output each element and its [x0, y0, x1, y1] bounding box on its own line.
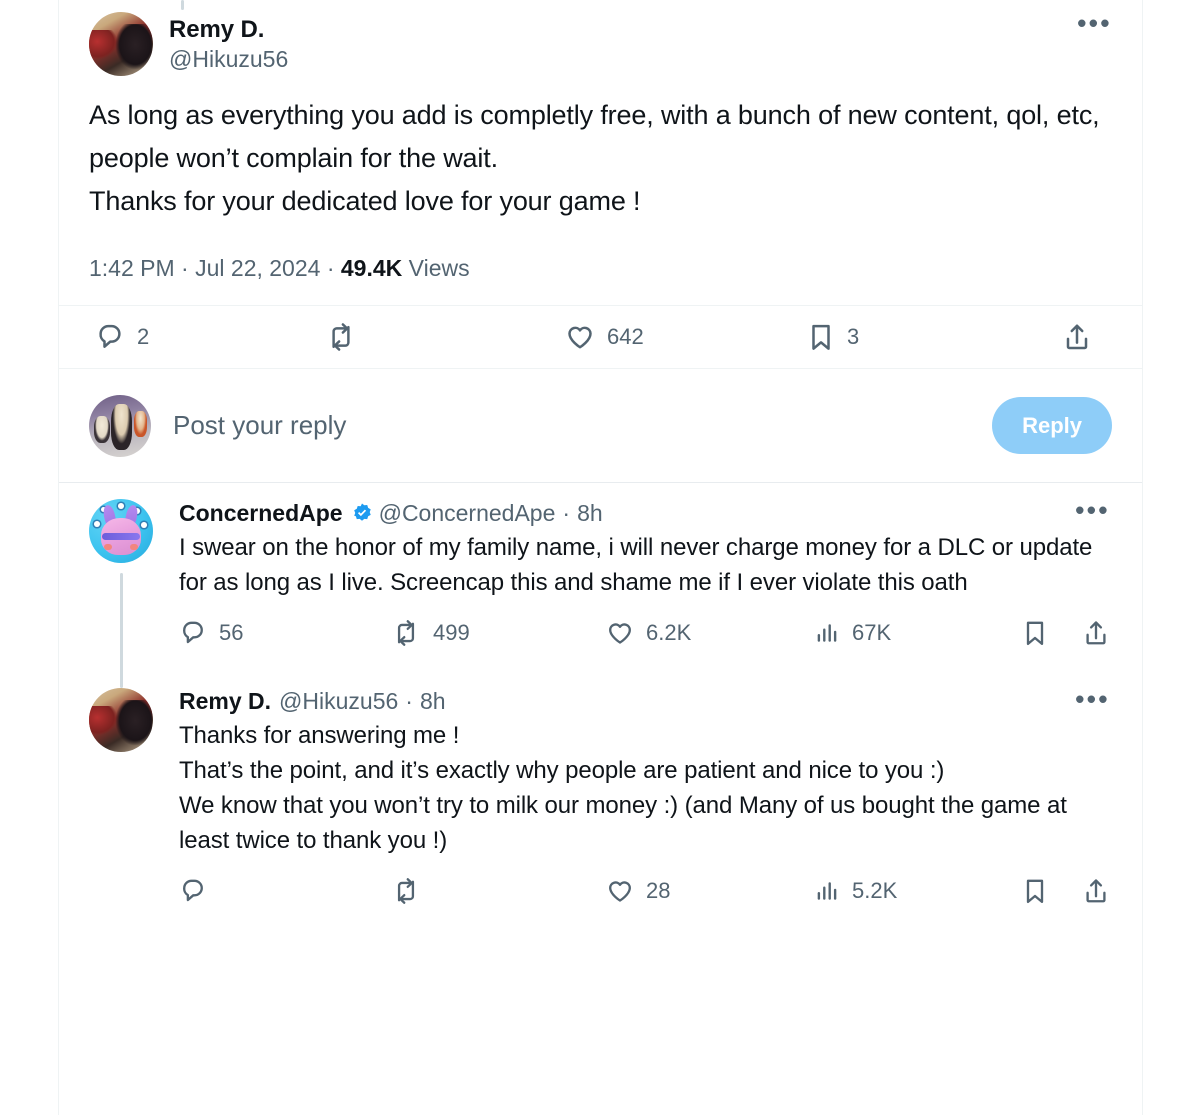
reply-text: Thanks for answering me ! That’s the poi…: [179, 722, 1067, 854]
retweet-icon: [325, 322, 357, 352]
like-action[interactable]: 6.2K: [606, 619, 814, 647]
reply-handle[interactable]: @Hikuzu56: [279, 688, 398, 715]
reply-input-placeholder[interactable]: Post your reply: [173, 410, 992, 441]
bookmark-icon: [807, 322, 835, 352]
heart-icon: [565, 322, 595, 352]
meta-separator-1: ·: [181, 255, 189, 281]
reply-header: ConcernedApe @ConcernedApe · 8h •••: [179, 497, 1112, 527]
retweet-icon: [391, 619, 421, 647]
reply-count: 2: [137, 324, 150, 349]
bookmark-action[interactable]: [1022, 877, 1048, 905]
retweet-action[interactable]: [391, 877, 606, 905]
reply-count: 56: [219, 620, 244, 645]
verified-badge-icon: [351, 502, 373, 524]
reply-action-bar: 56 499 6.2K 67K: [179, 600, 1112, 666]
reply-header: Remy D. @Hikuzu56 · 8h •••: [179, 686, 1112, 715]
like-count: 642: [607, 324, 644, 349]
views-label: Views: [408, 255, 470, 281]
reply-handle[interactable]: @ConcernedApe: [379, 500, 556, 527]
like-action[interactable]: 642: [565, 322, 807, 352]
reply-separator: ·: [562, 500, 571, 526]
bookmark-action[interactable]: 3: [807, 322, 1007, 352]
reply-content: Remy D. @Hikuzu56 · 8h ••• Thanks for an…: [153, 686, 1112, 930]
tweet-header: Remy D. @Hikuzu56 •••: [89, 0, 1112, 76]
heart-icon: [606, 619, 634, 647]
bookmark-icon: [1022, 877, 1048, 905]
reply-display-name[interactable]: ConcernedApe: [179, 500, 343, 527]
reply-separator: ·: [405, 688, 413, 714]
focused-tweet: Remy D. @Hikuzu56 ••• As long as everyth…: [59, 0, 1142, 283]
analytics-bar-icon: [814, 620, 840, 646]
author-names: Remy D. @Hikuzu56: [169, 12, 288, 74]
reply-content: ConcernedApe @ConcernedApe · 8h ••• I sw…: [153, 497, 1112, 672]
more-options-icon[interactable]: •••: [1077, 10, 1112, 36]
share-icon: [1082, 619, 1110, 647]
like-action[interactable]: 28: [606, 877, 814, 905]
tweet-date: Jul 22, 2024: [195, 255, 321, 281]
reply-action[interactable]: 56: [179, 619, 391, 647]
reply-button[interactable]: Reply: [992, 397, 1112, 454]
reply-timestamp[interactable]: 8h: [420, 688, 446, 715]
reply-text: I swear on the honor of my family name, …: [179, 534, 1093, 596]
like-count: 6.2K: [646, 620, 692, 645]
reply-timestamp[interactable]: 8h: [577, 500, 603, 527]
thread-connector-line: [120, 573, 123, 688]
tweet-thread-page: Remy D. @Hikuzu56 ••• As long as everyth…: [0, 0, 1200, 1115]
reply-action[interactable]: [179, 877, 391, 905]
bookmark-count: 3: [847, 324, 860, 349]
analytics-bar-icon: [814, 878, 840, 904]
reply-composer[interactable]: Post your reply Reply: [59, 369, 1142, 482]
reply-display-name[interactable]: Remy D.: [179, 688, 271, 715]
share-action[interactable]: [1062, 322, 1104, 352]
bookmark-action[interactable]: [1022, 619, 1048, 647]
tweet-time: 1:42 PM: [89, 255, 175, 281]
retweet-action[interactable]: 499: [391, 619, 606, 647]
share-icon: [1082, 877, 1110, 905]
tweet-metadata: 1:42 PM · Jul 22, 2024 · 49.4K Views: [89, 253, 1112, 283]
views-action[interactable]: 5.2K: [814, 878, 984, 904]
author-display-name[interactable]: Remy D.: [169, 16, 288, 44]
bookmark-icon: [1022, 619, 1048, 647]
views-action[interactable]: 67K: [814, 620, 984, 646]
focused-tweet-actions-wrap: 2 642 3: [59, 306, 1142, 368]
reply-action-bar: 28 5.2K: [179, 858, 1112, 924]
meta-separator-2: ·: [326, 255, 335, 281]
author-handle[interactable]: @Hikuzu56: [169, 44, 288, 74]
reply-avatar-column: [89, 688, 153, 930]
reply-item-remy: Remy D. @Hikuzu56 · 8h ••• Thanks for an…: [59, 672, 1142, 930]
speech-bubble-icon: [95, 322, 125, 352]
views-count: 67K: [852, 620, 892, 645]
more-options-icon[interactable]: •••: [1075, 686, 1110, 712]
retweet-action[interactable]: [325, 322, 565, 352]
reply-item-concernedape: ConcernedApe @ConcernedApe · 8h ••• I sw…: [59, 483, 1142, 688]
tweet-text: As long as everything you add is complet…: [89, 100, 1100, 216]
views-count: 49.4K: [340, 255, 403, 281]
user-avatar[interactable]: [89, 394, 151, 457]
share-icon: [1062, 322, 1092, 352]
speech-bubble-icon: [179, 619, 207, 647]
like-count: 28: [646, 878, 671, 903]
timeline-column: Remy D. @Hikuzu56 ••• As long as everyth…: [58, 0, 1143, 1115]
retweet-icon: [391, 877, 421, 905]
more-options-icon[interactable]: •••: [1075, 497, 1110, 523]
share-action[interactable]: [1082, 877, 1110, 905]
tweet-action-bar: 2 642 3: [89, 306, 1112, 368]
retweet-count: 499: [433, 620, 470, 645]
share-action[interactable]: [1082, 619, 1110, 647]
remy-avatar[interactable]: [89, 12, 153, 76]
remy-avatar[interactable]: [89, 688, 153, 752]
views-count: 5.2K: [852, 878, 898, 903]
reply-action[interactable]: 2: [95, 322, 325, 352]
speech-bubble-icon: [179, 877, 207, 905]
heart-icon: [606, 877, 634, 905]
reply-avatar-column: [89, 499, 153, 688]
concernedape-avatar[interactable]: [89, 499, 153, 563]
